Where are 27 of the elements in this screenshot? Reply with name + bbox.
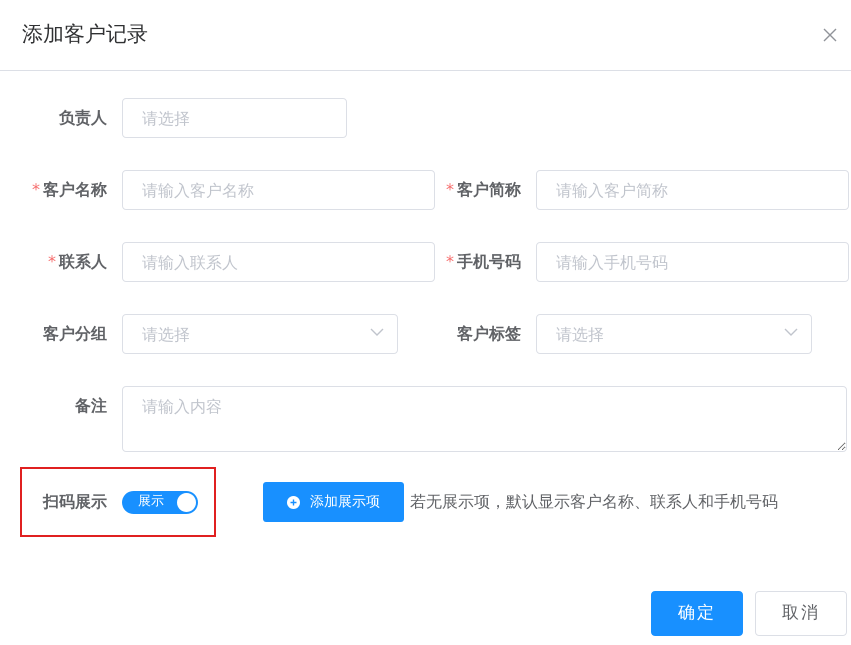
input-field[interactable]: 请选择 [122,98,347,138]
confirm-button[interactable]: 确定 [651,591,743,636]
select-field[interactable]: 请选择 [536,314,812,354]
input-field[interactable]: 请输入客户简称 [536,170,849,210]
chevron-down-icon [784,328,798,337]
field-label: 备注 [75,396,107,415]
dialog-title: 添加客户记录 [22,21,148,48]
toggle-switch[interactable]: 展示 [122,490,198,514]
required-field-label: * 手机号码 [446,252,521,271]
field-label: 客户标签 [457,324,521,343]
required-field-label: * 客户名称 [32,180,107,199]
cancel-button[interactable]: 取消 [755,591,847,636]
close-icon[interactable] [823,28,837,42]
field-label: 客户分组 [43,324,107,343]
text-area[interactable]: 请输入内容 [122,386,847,452]
hint-text: 若无展示项，默认显示客户名称、联系人和手机号码 [410,491,778,513]
add-button[interactable]: 添加展示项 [263,482,404,522]
field-label: 负责人 [59,108,107,127]
input-field[interactable]: 请输入客户名称 [122,170,435,210]
plus-circle-icon [287,496,300,508]
required-field-label: * 联系人 [48,252,107,271]
required-field-label: * 客户简称 [446,180,521,199]
input-field[interactable]: 请输入联系人 [122,242,435,282]
input-field[interactable]: 请输入手机号码 [536,242,849,282]
field-label: 扫码展示 [43,492,107,511]
select-field[interactable]: 请选择 [122,314,398,354]
chevron-down-icon [370,328,384,337]
